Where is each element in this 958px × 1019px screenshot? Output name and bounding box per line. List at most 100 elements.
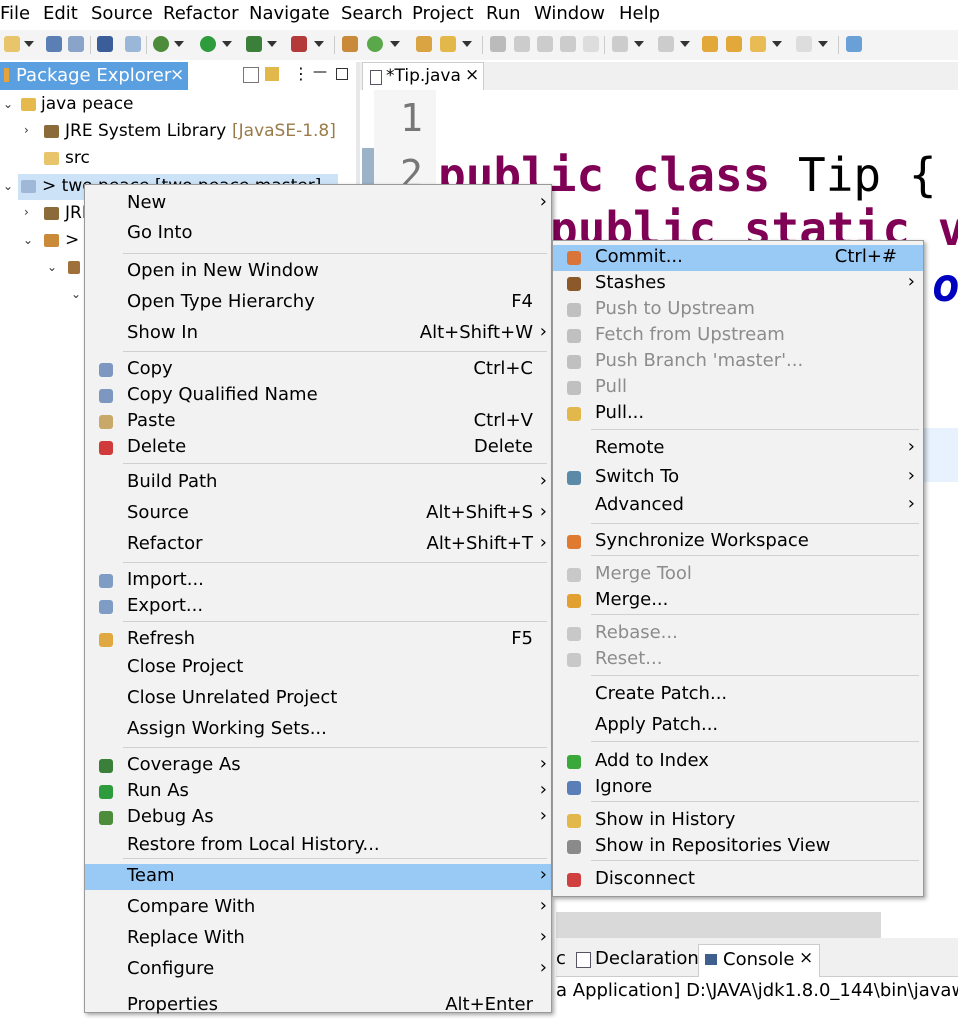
menu-item-stashes[interactable]: Stashes › bbox=[553, 271, 923, 297]
menu-item-advanced[interactable]: Advanced › bbox=[553, 493, 923, 519]
tab-tip-java[interactable]: *Tip.java × bbox=[362, 62, 484, 91]
menu-item-reset[interactable]: Reset... bbox=[553, 647, 923, 673]
chevron-down-icon[interactable]: ⌄ bbox=[71, 287, 81, 301]
tab-declaration[interactable]: Declaration bbox=[595, 948, 699, 969]
chevron-right-icon[interactable]: › bbox=[24, 205, 29, 219]
chevron-down-icon[interactable]: ⌄ bbox=[3, 97, 13, 111]
collapse-all-icon[interactable] bbox=[243, 67, 259, 83]
menu-item-copy-qualified-name[interactable]: Copy Qualified Name bbox=[85, 383, 551, 409]
tree-item-jre[interactable]: › JRE bbox=[0, 201, 93, 227]
tree-item-java-peace[interactable]: ⌄ java peace bbox=[0, 92, 356, 118]
horizontal-scrollbar[interactable] bbox=[556, 912, 881, 938]
chevron-down-icon[interactable]: ⌄ bbox=[3, 179, 13, 193]
mark-occurrences-icon[interactable] bbox=[514, 36, 530, 52]
menu-run[interactable]: Run bbox=[486, 3, 521, 24]
forward-icon[interactable] bbox=[796, 36, 812, 52]
menu-item-restore-from-local-history[interactable]: Restore from Local History... bbox=[85, 833, 551, 859]
menu-item-remote[interactable]: Remote › bbox=[553, 436, 923, 462]
menu-item-run-as[interactable]: Run As › bbox=[85, 779, 551, 805]
menu-item-copy[interactable]: Copy Ctrl+C bbox=[85, 357, 551, 383]
tab-partial[interactable]: c bbox=[556, 948, 566, 969]
new-package-icon[interactable] bbox=[342, 36, 358, 52]
menu-item-export[interactable]: Export... bbox=[85, 594, 551, 620]
next-annotation-icon[interactable] bbox=[612, 36, 628, 52]
menu-item-import[interactable]: Import... bbox=[85, 568, 551, 594]
menu-item-close-unrelated-project[interactable]: Close Unrelated Project bbox=[85, 686, 551, 712]
menu-file[interactable]: File bbox=[0, 3, 30, 24]
maximize-icon[interactable] bbox=[336, 68, 348, 80]
menu-item-commit[interactable]: Commit... Ctrl+# bbox=[553, 245, 923, 271]
prev-annotation-icon[interactable] bbox=[658, 36, 674, 52]
menu-source[interactable]: Source bbox=[91, 3, 153, 24]
menu-item-debug-as[interactable]: Debug As › bbox=[85, 805, 551, 831]
save-all-icon[interactable] bbox=[68, 36, 84, 52]
menu-item-push-to-upstream[interactable]: Push to Upstream bbox=[553, 297, 923, 323]
tree-item-package[interactable]: ⌄ bbox=[0, 255, 90, 281]
menu-item-open-type-hierarchy[interactable]: Open Type Hierarchy F4 bbox=[85, 290, 551, 316]
menu-item-show-in[interactable]: Show In Alt+Shift+W › bbox=[85, 321, 551, 347]
chevron-down-icon[interactable]: ⌄ bbox=[23, 233, 33, 247]
menu-item-go-into[interactable]: Go Into bbox=[85, 221, 551, 247]
menu-item-merge[interactable]: Merge... bbox=[553, 588, 923, 614]
menu-item-replace-with[interactable]: Replace With › bbox=[85, 926, 551, 952]
menu-refactor[interactable]: Refactor bbox=[163, 3, 239, 24]
menu-item-push-branch-master[interactable]: Push Branch 'master'... bbox=[553, 349, 923, 375]
annotation-icon[interactable] bbox=[490, 36, 506, 52]
menu-item-merge-tool[interactable]: Merge Tool bbox=[553, 562, 923, 588]
menu-item-team[interactable]: Team › bbox=[85, 864, 551, 890]
last-edit-2-icon[interactable] bbox=[726, 36, 742, 52]
menu-search[interactable]: Search bbox=[341, 3, 403, 24]
menu-item-show-in-history[interactable]: Show in History bbox=[553, 808, 923, 834]
run-icon[interactable] bbox=[200, 36, 216, 52]
menu-item-create-patch[interactable]: Create Patch... bbox=[553, 682, 923, 708]
terminal-icon[interactable] bbox=[97, 36, 113, 52]
menu-item-open-in-new-window[interactable]: Open in New Window bbox=[85, 259, 551, 285]
chevron-down-icon[interactable]: ⌄ bbox=[47, 260, 57, 274]
close-icon[interactable]: × bbox=[799, 948, 813, 968]
menu-item-rebase[interactable]: Rebase... bbox=[553, 621, 923, 647]
menu-item-new[interactable]: New › bbox=[85, 191, 551, 217]
menu-item-ignore[interactable]: Ignore bbox=[553, 775, 923, 801]
menu-item-refactor[interactable]: Refactor Alt+Shift+T › bbox=[85, 532, 551, 558]
menu-edit[interactable]: Edit bbox=[43, 3, 78, 24]
menu-window[interactable]: Window bbox=[534, 3, 605, 24]
view-menu-icon[interactable]: ⋮ bbox=[293, 64, 309, 83]
tab-console[interactable]: Console × bbox=[698, 944, 820, 977]
chevron-right-icon[interactable]: › bbox=[24, 123, 29, 137]
close-icon[interactable]: × bbox=[170, 65, 184, 85]
minimize-icon[interactable]: — bbox=[313, 64, 327, 80]
new-icon[interactable] bbox=[4, 36, 20, 52]
skip-breakpoints-icon[interactable] bbox=[125, 36, 141, 52]
menu-item-properties[interactable]: Properties Alt+Enter bbox=[85, 993, 551, 1019]
tab-package-explorer[interactable]: Package Explorer × bbox=[0, 62, 188, 90]
menu-item-refresh[interactable]: Refresh F5 bbox=[85, 627, 551, 653]
tree-item-src-folder[interactable]: ⌄ > bbox=[0, 228, 90, 254]
new-class-icon[interactable] bbox=[367, 36, 383, 52]
back-icon[interactable] bbox=[750, 36, 766, 52]
show-whitespace-icon[interactable] bbox=[583, 36, 599, 52]
menu-item-apply-patch[interactable]: Apply Patch... bbox=[553, 713, 923, 739]
tree-item-jre-system-library[interactable]: › JRE System Library [JavaSE-1.8] bbox=[0, 119, 356, 145]
menu-item-coverage-as[interactable]: Coverage As › bbox=[85, 753, 551, 779]
menu-project[interactable]: Project bbox=[412, 3, 474, 24]
tree-item-src[interactable]: src bbox=[0, 146, 356, 172]
search-icon[interactable] bbox=[440, 36, 456, 52]
tree-item-file[interactable]: ⌄ bbox=[0, 282, 90, 308]
menu-item-pull[interactable]: Pull bbox=[553, 375, 923, 401]
word-wrap-icon[interactable] bbox=[560, 36, 576, 52]
coverage-icon[interactable] bbox=[246, 36, 262, 52]
save-icon[interactable] bbox=[46, 36, 62, 52]
link-editor-icon[interactable] bbox=[265, 67, 279, 81]
menu-item-configure[interactable]: Configure › bbox=[85, 957, 551, 983]
external-tools-icon[interactable] bbox=[291, 36, 307, 52]
menu-item-show-in-repositories-view[interactable]: Show in Repositories View bbox=[553, 834, 923, 860]
menu-item-switch-to[interactable]: Switch To › bbox=[553, 465, 923, 491]
menu-item-build-path[interactable]: Build Path › bbox=[85, 470, 551, 496]
close-icon[interactable]: × bbox=[465, 65, 479, 85]
debug-icon[interactable] bbox=[153, 36, 169, 52]
menu-item-synchronize-workspace[interactable]: Synchronize Workspace bbox=[553, 529, 923, 555]
menu-item-pull[interactable]: Pull... bbox=[553, 401, 923, 427]
open-perspective-icon[interactable] bbox=[846, 36, 862, 52]
menu-item-add-to-index[interactable]: Add to Index bbox=[553, 749, 923, 775]
menu-item-assign-working-sets[interactable]: Assign Working Sets... bbox=[85, 717, 551, 743]
